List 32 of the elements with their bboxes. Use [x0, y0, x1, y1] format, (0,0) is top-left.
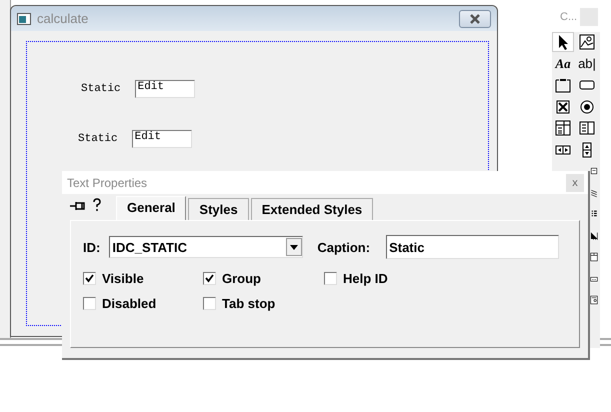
edit-box-tool[interactable]: ab| — [576, 54, 598, 74]
edit-control[interactable]: Edit — [134, 80, 195, 98]
checkbox[interactable] — [83, 272, 96, 285]
checkbox-label: Help ID — [343, 271, 388, 286]
close-button[interactable]: x — [566, 174, 584, 192]
toolbox-title: C... — [560, 11, 578, 23]
window-title: calculate — [37, 11, 90, 26]
tab[interactable]: Extended Styles — [250, 198, 374, 220]
close-icon — [469, 14, 481, 24]
static-label: Static — [81, 83, 121, 95]
checkbox[interactable] — [324, 272, 337, 285]
static-label: Static — [78, 133, 118, 145]
checkbox[interactable] — [203, 272, 216, 285]
app-icon — [17, 12, 31, 24]
checkbox-label: Group — [222, 271, 261, 286]
tab[interactable]: Styles — [188, 198, 249, 220]
checkbox-label: Tab stop — [222, 296, 276, 311]
tab[interactable]: General — [116, 196, 186, 220]
pointer-icon[interactable] — [552, 32, 574, 52]
pin-icon[interactable] — [70, 200, 86, 212]
checkbox-label: Visible — [102, 271, 144, 286]
caption-label: Caption: — [317, 240, 370, 254]
id-combo-box[interactable]: IDC_STATIC — [109, 236, 304, 258]
id-label: ID: — [83, 240, 100, 254]
checkbox[interactable] — [83, 297, 96, 310]
caption-field[interactable]: Static — [386, 235, 560, 259]
window-title: Text Properties — [67, 176, 148, 190]
static-text-tool[interactable]: Aa — [552, 54, 574, 74]
checkbox-label: Disabled — [102, 296, 156, 311]
edit-control[interactable]: Edit — [132, 130, 192, 148]
help-icon[interactable] — [92, 198, 102, 212]
checkbox[interactable] — [203, 297, 216, 310]
